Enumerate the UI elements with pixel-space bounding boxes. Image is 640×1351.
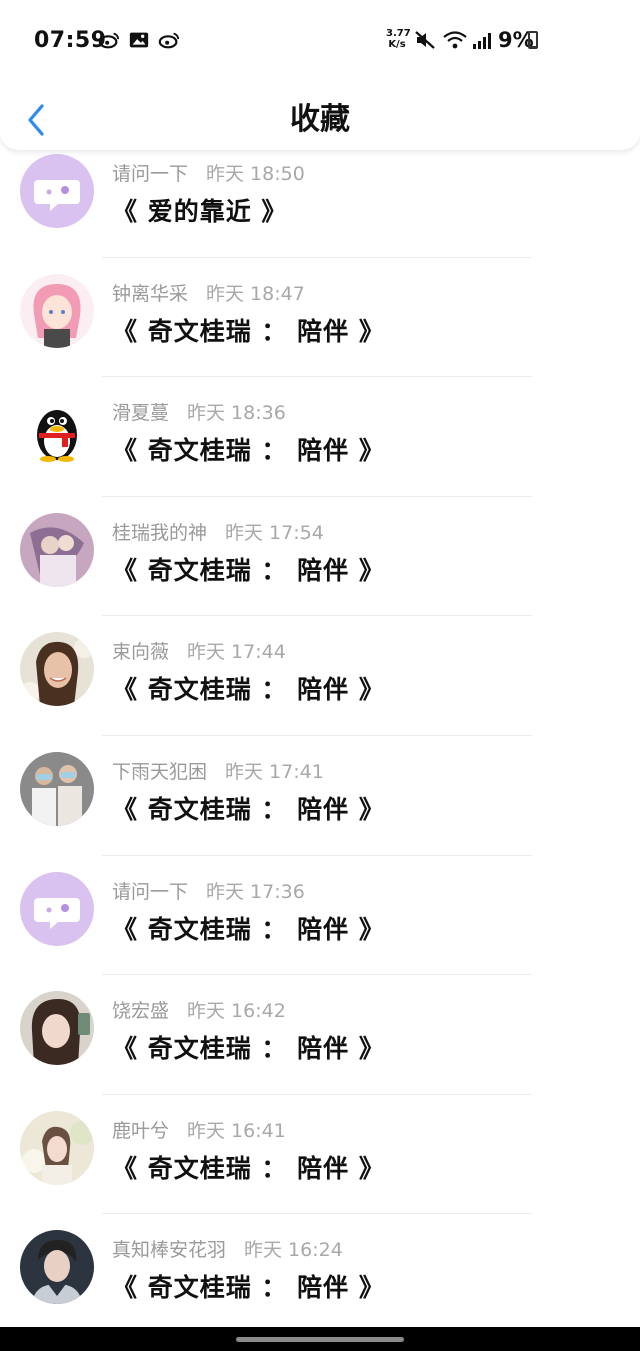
item-title[interactable]: 《 奇文桂瑞 ： 陪伴 》	[112, 431, 385, 467]
net-speed: 3.77 K/s	[386, 28, 411, 50]
status-time: 07:59	[34, 28, 107, 53]
item-title[interactable]: 《 爱的靠近 》	[112, 192, 287, 228]
list-item[interactable]: 钟离华采 昨天 18:47 《 奇文桂瑞 ： 陪伴 》	[0, 270, 640, 390]
chat-bubble-avatar[interactable]	[20, 154, 94, 228]
timestamp: 昨天 16:24	[244, 1239, 343, 1262]
header: 07:59 3.77 K/s 9% 收藏	[0, 0, 640, 150]
item-meta: 真知棒安花羽 昨天 16:24	[112, 1235, 343, 1262]
divider	[102, 256, 532, 258]
divider	[102, 734, 532, 736]
anime-girl-avatar[interactable]	[20, 273, 94, 348]
username[interactable]: 束向薇	[112, 641, 169, 663]
signal-icon	[473, 33, 491, 49]
item-title[interactable]: 《 奇文桂瑞 ： 陪伴 》	[112, 1149, 385, 1185]
timestamp: 昨天 18:47	[206, 282, 305, 305]
username[interactable]: 下雨天犯困	[112, 761, 207, 783]
timestamp: 昨天 18:36	[187, 402, 286, 425]
divider	[102, 1093, 532, 1095]
timestamp: 昨天 17:44	[187, 641, 286, 664]
timestamp: 昨天 16:42	[187, 1000, 286, 1023]
favorites-list: 请问一下 昨天 18:50 《 爱的靠近 》钟离华采 昨天 18:47 《 奇文桂瑞 ：…	[0, 150, 640, 1346]
username[interactable]: 钟离华采	[112, 283, 188, 305]
timestamp: 昨天 18:50	[206, 163, 305, 185]
username[interactable]: 桂瑞我的神	[112, 522, 207, 544]
item-meta: 滑夏蔓 昨天 18:36	[112, 398, 286, 425]
item-title[interactable]: 《 奇文桂瑞 ： 陪伴 》	[112, 790, 385, 826]
favorites-screen: 07:59 3.77 K/s 9% 收藏 请问一下 昨天 18:50 《 爱的靠…	[0, 0, 640, 1351]
divider	[102, 495, 532, 497]
list-item[interactable]: 请问一下 昨天 17:36 《 奇文桂瑞 ： 陪伴 》	[0, 868, 640, 988]
divider	[102, 854, 532, 856]
image-icon	[129, 32, 149, 48]
item-title[interactable]: 《 奇文桂瑞 ： 陪伴 》	[112, 551, 385, 587]
username[interactable]: 滑夏蔓	[112, 402, 169, 424]
list-item[interactable]: 鹿叶兮 昨天 16:41 《 奇文桂瑞 ： 陪伴 》	[0, 1107, 640, 1227]
woman-photo-avatar[interactable]	[20, 632, 94, 707]
username[interactable]: 饶宏盛	[112, 1000, 169, 1022]
divider	[102, 376, 532, 378]
mute-icon	[415, 31, 435, 49]
chat-bubble-avatar[interactable]	[20, 871, 94, 946]
timestamp: 昨天 17:41	[225, 760, 324, 783]
battery-icon	[528, 31, 538, 49]
page-title: 收藏	[290, 102, 350, 137]
status-icons-left	[98, 30, 180, 50]
item-meta: 鹿叶兮 昨天 16:41	[112, 1116, 286, 1143]
username[interactable]: 请问一下	[112, 881, 188, 903]
timestamp: 昨天 17:54	[225, 521, 324, 544]
qq-penguin-avatar[interactable]	[20, 393, 94, 468]
home-indicator[interactable]	[236, 1337, 404, 1342]
item-meta: 饶宏盛 昨天 16:42	[112, 996, 286, 1023]
status-bar: 07:59 3.77 K/s 9%	[0, 0, 640, 80]
wifi-icon	[443, 31, 467, 49]
item-title[interactable]: 《 奇文桂瑞 ： 陪伴 》	[112, 312, 385, 348]
item-meta: 束向薇 昨天 17:44	[112, 637, 286, 664]
divider	[102, 615, 532, 617]
nav-bar: 收藏	[0, 82, 640, 150]
battery-fill	[530, 45, 536, 47]
system-nav-bar	[0, 1327, 640, 1351]
two-people-avatar[interactable]	[20, 751, 94, 826]
item-meta: 桂瑞我的神 昨天 17:54	[112, 518, 324, 545]
item-meta: 钟离华采 昨天 18:47	[112, 279, 305, 306]
weibo-icon	[158, 32, 180, 49]
timestamp: 昨天 16:41	[187, 1119, 286, 1142]
flower-girl-avatar[interactable]	[20, 1110, 94, 1185]
item-title[interactable]: 《 奇文桂瑞 ： 陪伴 》	[112, 670, 385, 706]
list-item[interactable]: 请问一下 昨天 18:50 《 爱的靠近 》	[0, 150, 640, 270]
item-meta: 请问一下 昨天 18:50	[112, 159, 305, 186]
list-item[interactable]: 饶宏盛 昨天 16:42 《 奇文桂瑞 ： 陪伴 》	[0, 987, 640, 1107]
list-item[interactable]: 束向薇 昨天 17:44 《 奇文桂瑞 ： 陪伴 》	[0, 628, 640, 748]
username[interactable]: 鹿叶兮	[112, 1120, 169, 1142]
item-title[interactable]: 《 奇文桂瑞 ： 陪伴 》	[112, 1268, 385, 1304]
list-item[interactable]: 下雨天犯困 昨天 17:41 《 奇文桂瑞 ： 陪伴 》	[0, 748, 640, 868]
divider	[102, 1213, 532, 1215]
girl-photo-avatar[interactable]	[20, 991, 94, 1066]
item-meta: 请问一下 昨天 17:36	[112, 877, 305, 904]
item-meta: 下雨天犯困 昨天 17:41	[112, 757, 324, 784]
username[interactable]: 请问一下	[112, 163, 188, 185]
timestamp: 昨天 17:36	[206, 880, 305, 903]
list-item[interactable]: 桂瑞我的神 昨天 17:54 《 奇文桂瑞 ： 陪伴 》	[0, 509, 640, 629]
item-title[interactable]: 《 奇文桂瑞 ： 陪伴 》	[112, 910, 385, 946]
item-title[interactable]: 《 奇文桂瑞 ： 陪伴 》	[112, 1029, 385, 1065]
weibo-icon	[98, 32, 120, 49]
list-item[interactable]: 滑夏蔓 昨天 18:36 《 奇文桂瑞 ： 陪伴 》	[0, 389, 640, 509]
couple-photo-avatar[interactable]	[20, 512, 94, 587]
divider	[102, 974, 532, 976]
man-photo-avatar[interactable]	[20, 1230, 94, 1305]
username[interactable]: 真知棒安花羽	[112, 1239, 226, 1261]
